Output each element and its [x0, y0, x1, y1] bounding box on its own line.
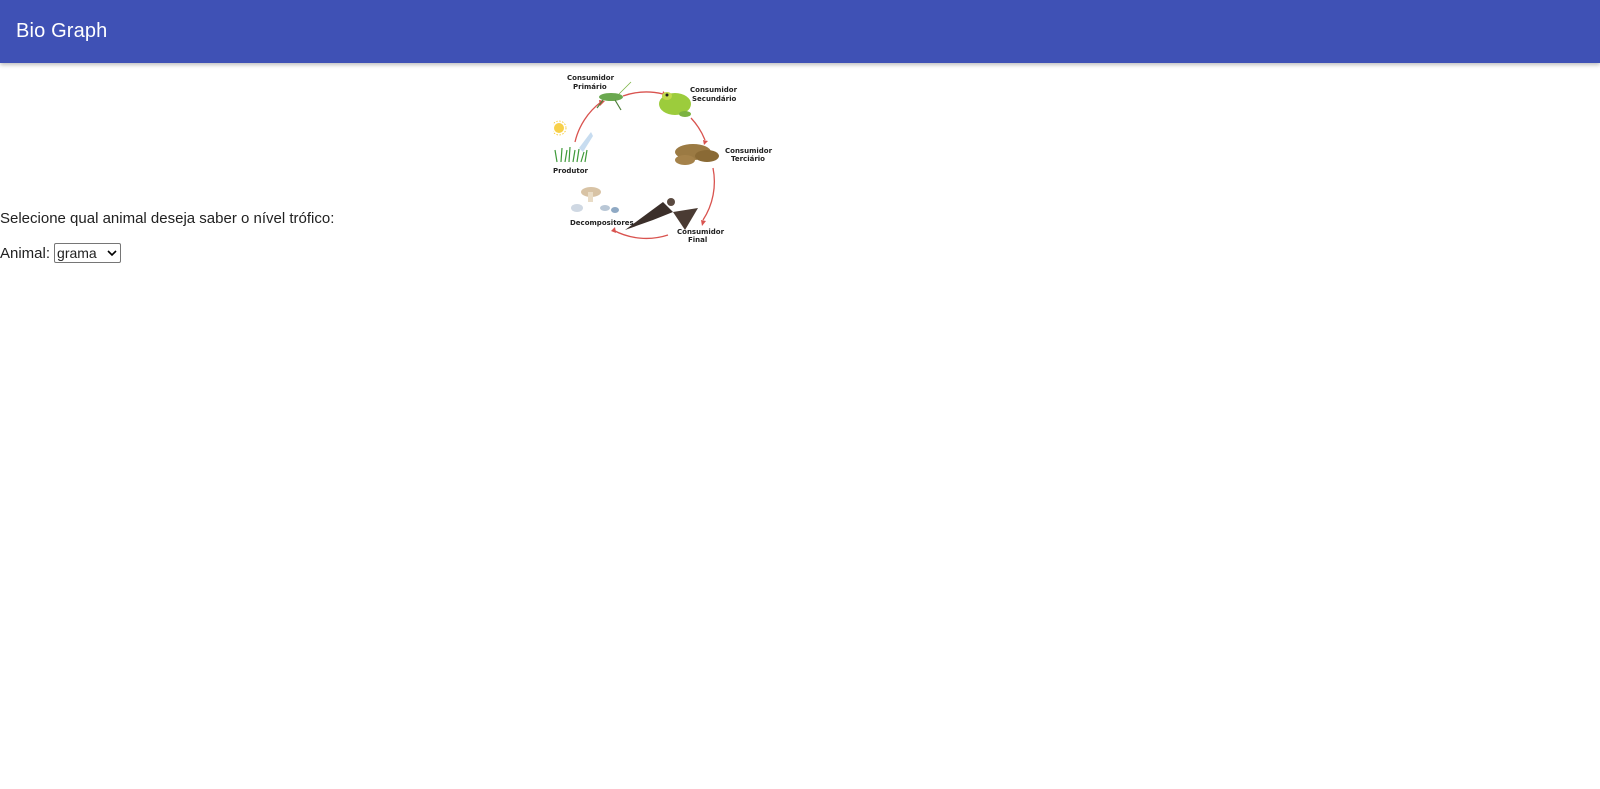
label-producer: Produtor [553, 167, 589, 175]
label-primary-2: Primário [573, 83, 607, 91]
label-tertiary-2: Terciário [731, 155, 765, 163]
label-decomposers: Decompositores [570, 219, 634, 227]
label-secondary-1: Consumidor [690, 86, 738, 94]
frog-icon [659, 92, 691, 117]
mushrooms-icon [571, 187, 619, 213]
animal-select-value: grama [57, 245, 97, 261]
label-final-1: Consumidor [677, 228, 725, 236]
snake-icon [675, 144, 719, 165]
eagle-icon [625, 198, 698, 230]
light-beam [579, 132, 593, 152]
selection-prompt: Selecione qual animal deseja saber o nív… [0, 210, 335, 227]
animal-field: Animal: grama [0, 243, 122, 263]
animal-select[interactable]: grama [54, 243, 122, 263]
animal-label: Animal: [0, 244, 51, 262]
sun-icon [553, 120, 567, 136]
app-toolbar: Bio Graph [0, 0, 1600, 63]
food-chain-diagram: Consumidor Primário Consumidor Secundári… [553, 74, 773, 244]
chevron-down-icon [107, 250, 117, 257]
label-final-2: Final [688, 236, 707, 244]
label-secondary-2: Secundário [692, 95, 736, 103]
label-primary-1: Consumidor [567, 74, 615, 82]
app-title: Bio Graph [16, 20, 108, 42]
label-tertiary-1: Consumidor [725, 147, 773, 155]
